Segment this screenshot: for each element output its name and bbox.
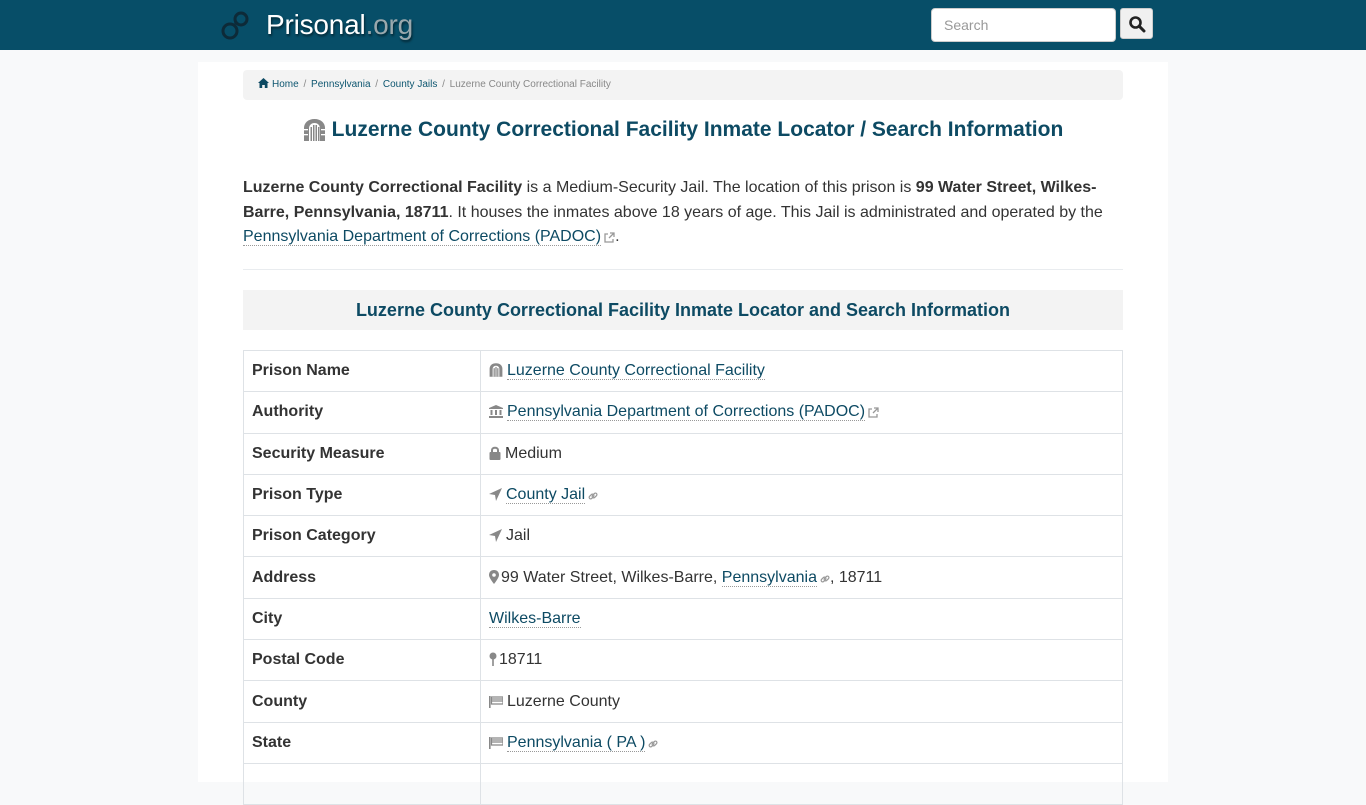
row-value: Pennsylvania Department of Corrections (… <box>480 391 1123 434</box>
row-value: Pennsylvania ( PA ) <box>480 721 1123 764</box>
row-value: 18711 <box>480 639 1123 682</box>
prison-gate-icon <box>489 363 503 377</box>
prison-category-value: Jail <box>506 527 531 545</box>
table-row: State Pennsylvania ( PA ) <box>243 721 1123 764</box>
breadcrumb-separator: / <box>300 79 310 90</box>
row-label: City <box>243 597 481 641</box>
main-container: Home / Pennsylvania / County Jails / Luz… <box>198 62 1168 805</box>
breadcrumb-county-jails[interactable]: County Jails <box>383 79 437 90</box>
authority-link[interactable]: Pennsylvania Department of Corrections (… <box>507 403 866 422</box>
row-label <box>243 762 481 805</box>
intro-authority-link[interactable]: Pennsylvania Department of Corrections (… <box>243 228 602 246</box>
intro-text: is a Medium-Security Jail. The location … <box>522 179 916 196</box>
breadcrumb-current: Luzerne County Correctional Facility <box>449 79 611 90</box>
map-pin-icon <box>489 652 497 667</box>
row-value <box>480 762 1123 805</box>
row-label: Prison Category <box>243 515 481 558</box>
table-row: Address 99 Water Street, Wilkes-Barre, P… <box>243 556 1123 599</box>
row-value: Luzerne County Correctional Facility <box>480 349 1123 393</box>
row-value: Jail <box>480 515 1123 558</box>
row-label: State <box>243 721 481 764</box>
table-row: Authority Pennsylvania Department of Cor… <box>243 391 1123 434</box>
lock-icon <box>489 446 501 460</box>
row-label: County <box>243 680 481 723</box>
row-label: Prison Type <box>243 473 481 517</box>
page-title: Luzerne County Correctional Facility Inm… <box>198 118 1168 142</box>
page-title-text: Luzerne County Correctional Facility Inm… <box>331 118 1064 141</box>
prison-type-link[interactable]: County Jail <box>506 486 586 505</box>
table-row <box>243 762 1123 805</box>
divider <box>243 269 1123 270</box>
city-link[interactable]: Wilkes-Barre <box>489 609 581 628</box>
flag-icon <box>489 695 503 708</box>
address-street: 99 Water Street, Wilkes-Barre, <box>501 568 722 586</box>
intro-text: . It houses the inmates above 18 years o… <box>448 203 1103 221</box>
breadcrumb-separator: / <box>439 79 448 90</box>
institution-icon <box>489 405 503 419</box>
breadcrumb-pennsylvania[interactable]: Pennsylvania <box>311 79 370 90</box>
search-icon <box>1128 15 1145 32</box>
search-button[interactable] <box>1120 8 1153 39</box>
handcuffs-icon <box>221 11 249 40</box>
row-value: 99 Water Street, Wilkes-Barre, Pennsylva… <box>480 556 1123 599</box>
table-row: City Wilkes-Barre <box>243 597 1123 641</box>
home-icon <box>258 78 269 88</box>
brand-main: Prisonal <box>266 9 366 40</box>
prison-name-link[interactable]: Luzerne County Correctional Facility <box>507 362 765 381</box>
external-link-icon <box>604 232 615 243</box>
row-value: Wilkes-Barre <box>480 597 1123 641</box>
intro-facility-name: Luzerne County Correctional Facility <box>243 179 523 196</box>
brand-name: Prisonal.org <box>266 9 413 41</box>
external-link-icon <box>868 407 879 419</box>
breadcrumb-separator: / <box>372 79 381 90</box>
row-label: Prison Name <box>243 349 481 393</box>
address-state-link[interactable]: Pennsylvania <box>721 568 817 587</box>
chain-link-icon <box>648 740 658 748</box>
section-heading: Luzerne County Correctional Facility Inm… <box>243 290 1123 330</box>
brand-tld: .org <box>365 9 414 40</box>
address-zip: , 18711 <box>829 568 883 586</box>
table-row: Prison Type County Jail <box>243 473 1123 517</box>
flag-icon <box>489 736 503 749</box>
chain-link-icon <box>588 492 598 500</box>
table-row: Postal Code 18711 <box>243 639 1123 682</box>
security-measure-value: Medium <box>505 444 562 462</box>
table-row: Prison Category Jail <box>243 515 1123 558</box>
search-input[interactable] <box>931 8 1116 42</box>
facility-info-table: Prison Name Luzerne County Correctional … <box>243 349 1123 805</box>
location-arrow-icon <box>489 488 502 502</box>
top-navbar: Prisonal.org <box>0 0 1366 50</box>
intro-text: . <box>615 228 620 245</box>
row-label: Authority <box>243 391 481 434</box>
postal-code-value: 18711 <box>499 651 543 669</box>
table-row: County Luzerne County <box>243 680 1123 723</box>
breadcrumb: Home / Pennsylvania / County Jails / Luz… <box>243 70 1123 100</box>
brand-logo-link[interactable]: Prisonal.org <box>220 7 413 43</box>
table-row: Prison Name Luzerne County Correctional … <box>243 349 1123 393</box>
map-marker-icon <box>489 569 499 584</box>
location-arrow-icon <box>489 529 502 543</box>
state-link[interactable]: Pennsylvania ( PA ) <box>507 733 646 752</box>
chain-link-icon <box>820 575 830 583</box>
intro-paragraph: Luzerne County Correctional Facility is … <box>243 176 1123 250</box>
prison-gate-icon <box>303 119 326 141</box>
county-value: Luzerne County <box>507 692 620 710</box>
row-label: Address <box>243 556 481 599</box>
row-value: Luzerne County <box>480 680 1123 723</box>
table-row: Security Measure Medium <box>243 432 1123 475</box>
row-value: County Jail <box>480 473 1123 517</box>
row-label: Security Measure <box>243 432 481 475</box>
row-label: Postal Code <box>243 639 481 682</box>
row-value: Medium <box>480 432 1123 475</box>
breadcrumb-home[interactable]: Home <box>272 79 299 90</box>
